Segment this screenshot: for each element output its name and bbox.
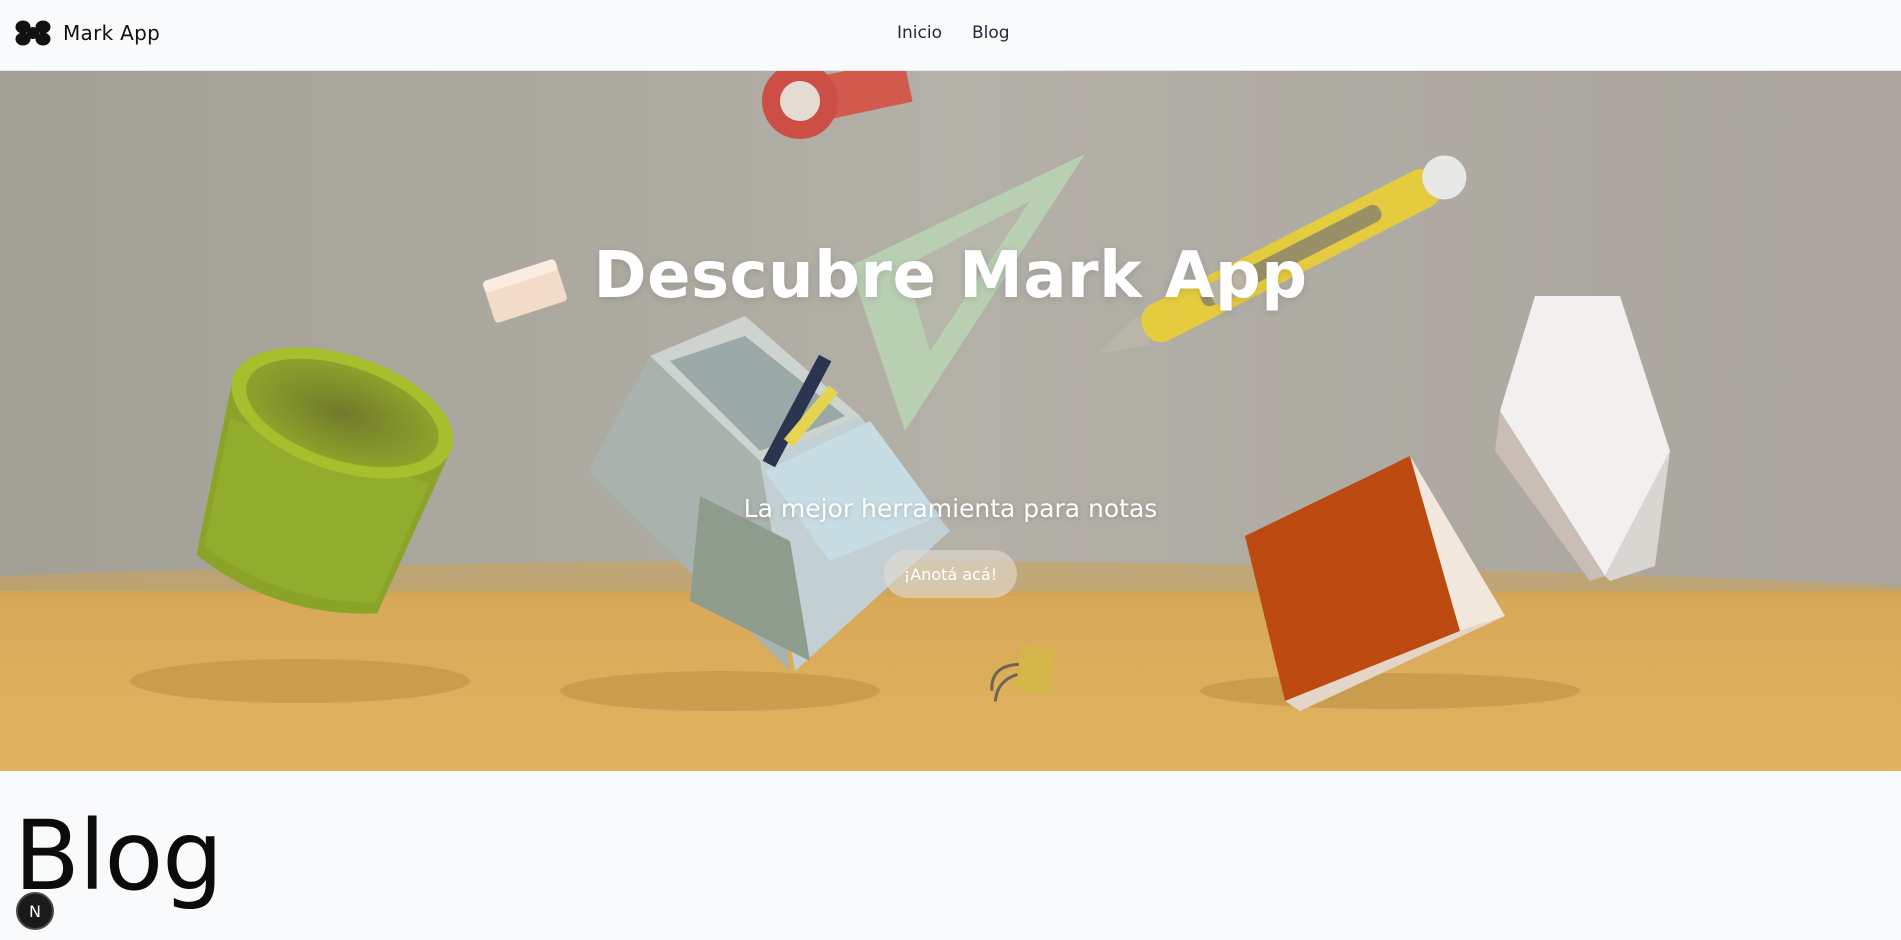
hero-subtitle: La mejor herramienta para notas bbox=[743, 494, 1158, 523]
nav-link-inicio[interactable]: Inicio bbox=[897, 23, 942, 43]
blog-section-heading: Blog bbox=[14, 800, 223, 912]
main-nav: Inicio Blog bbox=[897, 23, 1010, 43]
hero-title: Descubre Mark App bbox=[593, 239, 1308, 313]
site-header: Mark App Inicio Blog bbox=[0, 0, 1901, 71]
brand-name: Mark App bbox=[63, 21, 161, 45]
brand-link[interactable]: Mark App bbox=[15, 20, 160, 46]
dev-tools-indicator-button[interactable]: N bbox=[16, 892, 54, 930]
nav-link-blog[interactable]: Blog bbox=[972, 23, 1010, 43]
hero-background-image bbox=[0, 71, 1901, 771]
blob-cluster-logo-icon bbox=[15, 20, 51, 46]
hero-section: Descubre Mark App La mejor herramienta p… bbox=[0, 71, 1901, 771]
hero-cta-button[interactable]: ¡Anotá acá! bbox=[884, 550, 1017, 598]
